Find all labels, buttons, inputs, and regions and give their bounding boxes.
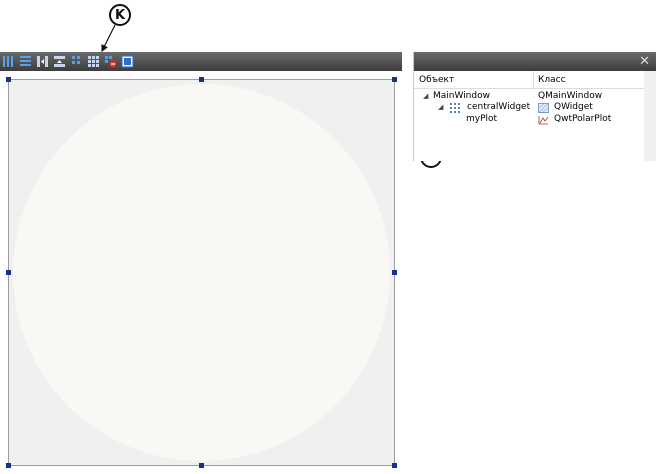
layout-horizontal-icon[interactable] — [2, 55, 15, 68]
object-inspector: ✕ Объект Класс ◢ MainWindow QMainWindow … — [413, 52, 656, 161]
selection-handle-br[interactable] — [392, 463, 397, 468]
tree-row-mainwindow[interactable]: ◢ MainWindow QMainWindow — [414, 91, 656, 102]
selection-handle-tm[interactable] — [199, 77, 204, 82]
polar-plot-icon — [538, 115, 549, 129]
object-tree: ◢ MainWindow QMainWindow ◢ centralWidget… — [414, 89, 656, 125]
layout-vertical-icon[interactable] — [19, 55, 32, 68]
selection-handle-bl[interactable] — [6, 463, 11, 468]
object-name: myPlot — [466, 114, 498, 124]
expand-triangle-icon[interactable]: ◢ — [423, 91, 428, 102]
close-icon[interactable]: ✕ — [639, 54, 650, 69]
toolbar-callout-arrow — [101, 24, 116, 53]
selection-handle-ml[interactable] — [6, 270, 11, 275]
splitter-vertical-icon[interactable] — [53, 55, 66, 68]
expand-triangle-icon[interactable]: ◢ — [438, 102, 443, 113]
selection-handle-bm[interactable] — [199, 463, 204, 468]
column-header-object[interactable]: Объект — [414, 71, 534, 88]
toolbar-callout: K — [109, 4, 131, 26]
selection-handle-tl[interactable] — [6, 77, 11, 82]
column-header-class[interactable]: Класс — [534, 71, 566, 88]
selection-handle-tr[interactable] — [392, 77, 397, 82]
inspector-scrollbar[interactable] — [644, 71, 656, 161]
form-canvas[interactable] — [8, 79, 395, 466]
layout-grid-icon[interactable] — [87, 55, 100, 68]
tree-row-centralwidget[interactable]: ◢ centralWidget QWidget — [414, 102, 656, 114]
layout-toolbar — [0, 52, 402, 71]
layout-form-icon[interactable] — [70, 55, 83, 68]
class-name: QwtPolarPlot — [554, 114, 612, 124]
object-name: centralWidget — [467, 102, 531, 112]
inspector-header: Объект Класс — [414, 71, 656, 89]
polar-plot-widget[interactable] — [13, 84, 390, 461]
adjust-size-icon[interactable] — [121, 55, 134, 68]
toolbar-callout-label: K — [114, 7, 126, 23]
selection-handle-mr[interactable] — [392, 270, 397, 275]
inspector-titlebar: ✕ — [414, 52, 656, 71]
tree-row-myplot[interactable]: myPlot QwtPolarPlot — [414, 114, 656, 125]
class-name: QMainWindow — [538, 91, 603, 101]
splitter-horizontal-icon[interactable] — [36, 55, 49, 68]
object-name: MainWindow — [433, 91, 490, 101]
break-layout-icon[interactable] — [104, 55, 117, 68]
class-name: QWidget — [554, 102, 593, 112]
